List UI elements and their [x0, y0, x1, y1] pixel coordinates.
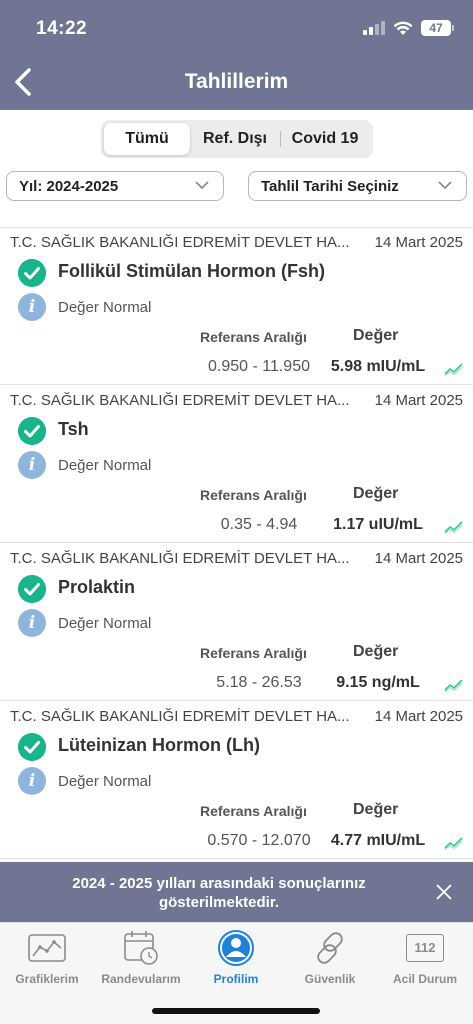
institution-name: T.C. SAĞLIK BAKANLIĞI EDREMİT DEVLET HA.…: [10, 708, 350, 725]
test-date-select-label: Tahlil Tarihi Seçiniz: [261, 177, 399, 195]
emergency-112-icon: 112: [406, 934, 444, 962]
list-item[interactable]: T.C. SAĞLIK BAKANLIĞI EDREMİT DEVLET HA.…: [0, 543, 473, 701]
tab-label: Profilim: [213, 972, 259, 986]
result-value: 1.17 uIU/mL: [333, 516, 423, 533]
tab-profile[interactable]: Profilim: [189, 929, 283, 986]
value-header: Değer: [353, 643, 399, 660]
status-time: 14:22: [36, 18, 88, 39]
test-name: Prolaktin: [58, 577, 136, 597]
result-value: 4.77 mIU/mL: [330, 832, 426, 849]
result-value: 5.98 mIU/mL: [330, 358, 426, 375]
app-header: 14:22 47 Tahlillerim: [0, 0, 473, 110]
year-select[interactable]: Yıl: 2024-2025: [6, 171, 224, 201]
tab-label: Acil Durum: [392, 972, 457, 986]
trend-chart-icon[interactable]: [444, 520, 464, 534]
tab-label: Grafiklerim: [15, 972, 79, 986]
result-value: 9.15 ng/mL: [336, 674, 420, 691]
notice-text: 2024 - 2025 yılları arasındaki sonuçları…: [72, 875, 366, 911]
tab-label: Güvenlik: [304, 972, 356, 986]
cellular-signal-icon: [363, 21, 385, 35]
tab-appointments[interactable]: Randevularım: [94, 929, 188, 986]
result-status: Değer Normal: [58, 299, 152, 316]
test-name: Lüteinizan Hormon (Lh): [58, 735, 260, 755]
home-indicator: [152, 1008, 320, 1014]
check-circle-icon: [18, 259, 46, 287]
calendar-clock-icon: [124, 931, 158, 965]
list-item[interactable]: T.C. SAĞLIK BAKANLIĞI EDREMİT DEVLET HA.…: [0, 227, 473, 385]
segment-out-of-range[interactable]: Ref. Dışı: [190, 123, 280, 155]
reference-range-header: Referans Aralığı: [200, 329, 307, 345]
institution-name: T.C. SAĞLIK BAKANLIĞI EDREMİT DEVLET HA.…: [10, 392, 350, 409]
trend-chart-icon[interactable]: [444, 362, 464, 376]
trend-chart-icon[interactable]: [444, 836, 464, 850]
chevron-down-icon: [195, 181, 209, 190]
list-item[interactable]: T.C. SAĞLIK BAKANLIĞI EDREMİT DEVLET HA.…: [0, 701, 473, 859]
value-header: Değer: [353, 485, 399, 502]
info-icon: i: [18, 609, 46, 637]
info-icon: i: [18, 451, 46, 479]
value-header: Değer: [353, 801, 399, 818]
close-icon[interactable]: [435, 883, 453, 901]
year-range-notice: 2024 - 2025 yılları arasındaki sonuçları…: [0, 862, 473, 922]
result-status: Değer Normal: [58, 457, 152, 474]
trend-chart-icon[interactable]: [444, 678, 464, 692]
test-date: 14 Mart 2025: [374, 550, 463, 567]
check-circle-icon: [18, 733, 46, 761]
tab-emergency[interactable]: 112 Acil Durum: [378, 929, 472, 986]
status-icons: 47: [363, 20, 454, 36]
test-name: Follikül Stimülan Hormon (Fsh): [58, 261, 325, 281]
reference-range-header: Referans Aralığı: [200, 645, 307, 661]
value-header: Değer: [353, 327, 399, 344]
reference-range-value: 0.570 - 12.070: [207, 832, 311, 849]
info-icon: i: [18, 293, 46, 321]
reference-range-value: 0.950 - 11.950: [207, 358, 310, 375]
test-date: 14 Mart 2025: [374, 708, 463, 725]
institution-name: T.C. SAĞLIK BAKANLIĞI EDREMİT DEVLET HA.…: [10, 234, 350, 251]
check-circle-icon: [18, 575, 46, 603]
segment-covid19[interactable]: Covid 19: [280, 123, 370, 155]
test-name: Tsh: [58, 419, 89, 439]
tab-label: Randevularım: [101, 972, 181, 986]
year-select-label: Yıl: 2024-2025: [19, 177, 119, 195]
chevron-down-icon: [438, 181, 452, 190]
result-status: Değer Normal: [58, 773, 152, 790]
page-title: Tahlillerim: [184, 70, 289, 93]
institution-name: T.C. SAĞLIK BAKANLIĞI EDREMİT DEVLET HA.…: [10, 550, 350, 567]
check-circle-icon: [18, 417, 46, 445]
battery-icon: 47: [421, 20, 454, 36]
test-date: 14 Mart 2025: [374, 234, 463, 251]
result-status: Değer Normal: [58, 615, 152, 632]
wifi-icon: [393, 21, 413, 35]
test-date: 14 Mart 2025: [374, 392, 463, 409]
emergency-number: 112: [414, 940, 436, 955]
filter-segmented-control: Tümü Ref. Dışı Covid 19: [101, 120, 373, 158]
reference-range-value: 5.18 - 26.53: [216, 674, 302, 691]
tab-charts[interactable]: Grafiklerim: [0, 929, 94, 986]
test-results-list: T.C. SAĞLIK BAKANLIĞI EDREMİT DEVLET HA.…: [0, 227, 473, 859]
info-icon: i: [18, 767, 46, 795]
list-item[interactable]: T.C. SAĞLIK BAKANLIĞI EDREMİT DEVLET HA.…: [0, 385, 473, 543]
reference-range-header: Referans Aralığı: [200, 487, 307, 503]
profile-icon: [218, 930, 254, 966]
segment-all[interactable]: Tümü: [104, 123, 190, 155]
test-date-select[interactable]: Tahlil Tarihi Seçiniz: [248, 171, 467, 201]
reference-range-header: Referans Aralığı: [200, 803, 307, 819]
reference-range-value: 0.35 - 4.94: [220, 516, 298, 533]
link-icon: [317, 932, 343, 964]
chart-icon: [28, 934, 66, 962]
tab-security[interactable]: Güvenlik: [283, 929, 377, 986]
